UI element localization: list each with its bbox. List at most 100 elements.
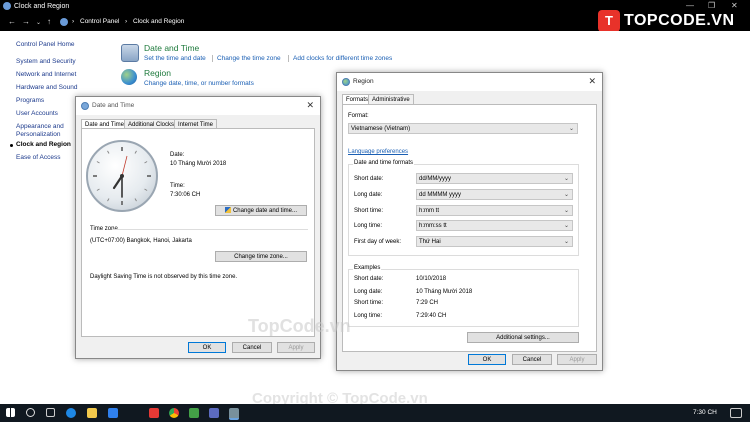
sidebar-item-home[interactable]: Control Panel Home: [16, 41, 75, 48]
clock-face: [93, 147, 151, 205]
task-view-icon[interactable]: [46, 408, 55, 417]
apply-button[interactable]: Apply: [277, 342, 315, 353]
format-select[interactable]: Vietnamese (Vietnam) ⌄: [348, 123, 578, 134]
taskbar: 7:30 CH: [0, 404, 750, 422]
short-date-label: Short date:: [354, 176, 384, 182]
current-bullet: [10, 144, 13, 147]
clock-icon: [81, 102, 89, 110]
breadcrumb-control-panel[interactable]: Control Panel: [80, 18, 119, 25]
dialog-title-bar: Region ✕: [337, 73, 602, 91]
dialog-title: Date and Time: [92, 102, 135, 109]
time-zone-value: (UTC+07:00) Bangkok, Hanoi, Jakarta: [90, 238, 192, 244]
chevron-down-icon: ⌄: [568, 126, 574, 132]
file-explorer-icon[interactable]: [87, 408, 97, 418]
change-time-zone-link[interactable]: Change the time zone: [217, 55, 281, 62]
short-time-select[interactable]: h:mm tt ⌄: [416, 205, 573, 216]
language-preferences-link[interactable]: Language preferences: [348, 149, 408, 155]
windows-start-icon[interactable]: [6, 408, 15, 417]
example-long-date-label: Long date:: [354, 289, 383, 295]
breadcrumb-separator: ›: [72, 18, 75, 25]
sidebar-item-clock-region[interactable]: Clock and Region: [16, 141, 71, 148]
change-time-zone-button[interactable]: Change time zone...: [215, 251, 307, 262]
date-value: 10 Tháng Mười 2018: [170, 161, 227, 167]
time-label: Time:: [170, 183, 185, 189]
long-date-label: Long date:: [354, 192, 383, 198]
change-date-time-button[interactable]: Change date and time...: [215, 205, 307, 216]
format-label: Format:: [348, 113, 369, 119]
formats-group-title: Date and time formats: [353, 160, 415, 166]
add-clocks-link[interactable]: Add clocks for different time zones: [293, 55, 392, 62]
link-divider: [212, 55, 213, 62]
sidebar-item-hardware[interactable]: Hardware and Sound: [16, 84, 77, 91]
additional-settings-button[interactable]: Additional settings...: [467, 332, 579, 343]
globe-icon: [342, 78, 350, 86]
store-icon[interactable]: [108, 408, 118, 418]
sidebar-item-system-security[interactable]: System and Security: [16, 58, 76, 65]
calendar-clock-icon: [121, 44, 139, 62]
dst-note: Daylight Saving Time is not observed by …: [90, 274, 238, 280]
control-panel-taskbar-icon[interactable]: [229, 408, 239, 420]
up-icon[interactable]: ↑: [47, 17, 51, 26]
logo-badge: T: [598, 10, 620, 32]
short-time-value: h:mm tt: [419, 208, 440, 214]
back-icon[interactable]: ←: [8, 17, 16, 26]
ok-button[interactable]: OK: [188, 342, 226, 353]
notifications-icon[interactable]: [730, 408, 742, 418]
long-date-select[interactable]: dd MMMM yyyy ⌄: [416, 189, 573, 200]
app-icon-green[interactable]: [189, 408, 199, 418]
window-title: Clock and Region: [14, 3, 70, 10]
dialog-title: Region: [353, 78, 374, 85]
dialog-title-bar: Date and Time ✕: [76, 97, 320, 115]
sidebar-item-programs[interactable]: Programs: [16, 97, 44, 104]
short-time-label: Short time:: [354, 208, 384, 214]
long-date-value: dd MMMM yyyy: [419, 192, 461, 198]
analog-clock: [86, 140, 158, 212]
taskbar-clock[interactable]: 7:30 CH: [693, 409, 717, 416]
cancel-button[interactable]: Cancel: [512, 354, 552, 365]
chevron-down-icon[interactable]: ⌄: [36, 19, 41, 26]
cancel-button[interactable]: Cancel: [232, 342, 272, 353]
chevron-down-icon: ⌄: [563, 223, 569, 229]
long-time-label: Long time:: [354, 223, 383, 229]
long-time-select[interactable]: h:mm:ss tt ⌄: [416, 220, 573, 231]
sidebar-item-ease-access[interactable]: Ease of Access: [16, 154, 60, 161]
chevron-down-icon: ⌄: [563, 192, 569, 198]
app-icon-blue[interactable]: [209, 408, 219, 418]
example-short-date-label: Short date:: [354, 276, 384, 282]
edge-icon[interactable]: [66, 408, 76, 418]
close-icon[interactable]: ✕: [306, 100, 314, 111]
date-time-heading[interactable]: Date and Time: [144, 43, 199, 53]
forward-icon[interactable]: →: [22, 17, 30, 26]
first-day-value: Thứ Hai: [419, 239, 441, 245]
breadcrumb-separator: ›: [125, 18, 128, 25]
chrome-icon[interactable]: [169, 408, 179, 418]
globe-icon: [121, 69, 137, 85]
change-date-time-label: Change date and time...: [232, 208, 298, 214]
apply-button[interactable]: Apply: [557, 354, 597, 365]
first-day-label: First day of week:: [354, 239, 402, 245]
region-heading[interactable]: Region: [144, 68, 171, 78]
divider: [112, 229, 308, 230]
sidebar-item-network[interactable]: Network and Internet: [16, 71, 76, 78]
app-icon-red[interactable]: [149, 408, 159, 418]
chevron-down-icon: ⌄: [563, 176, 569, 182]
breadcrumb-clock-region[interactable]: Clock and Region: [133, 18, 184, 25]
time-value: 7:30:06 CH: [170, 192, 201, 198]
example-short-time-value: 7:29 CH: [416, 300, 439, 306]
example-short-time-label: Short time:: [354, 300, 384, 306]
change-formats-link[interactable]: Change date, time, or number formats: [144, 80, 254, 87]
chevron-down-icon: ⌄: [563, 208, 569, 214]
search-icon[interactable]: [26, 408, 35, 417]
example-long-time-value: 7:29:40 CH: [416, 313, 447, 319]
first-day-select[interactable]: Thứ Hai ⌄: [416, 236, 573, 247]
short-date-select[interactable]: dd/MM/yyyy ⌄: [416, 173, 573, 184]
close-icon[interactable]: ✕: [588, 76, 596, 87]
watermark-center: TopCode.vn: [248, 316, 351, 336]
example-long-time-label: Long time:: [354, 313, 383, 319]
chevron-down-icon: ⌄: [563, 239, 569, 245]
ok-button[interactable]: OK: [468, 354, 506, 365]
date-label: Date:: [170, 152, 185, 158]
control-panel-icon: [3, 2, 11, 10]
set-time-date-link[interactable]: Set the time and date: [144, 55, 206, 62]
sidebar-item-user-accounts[interactable]: User Accounts: [16, 110, 58, 117]
